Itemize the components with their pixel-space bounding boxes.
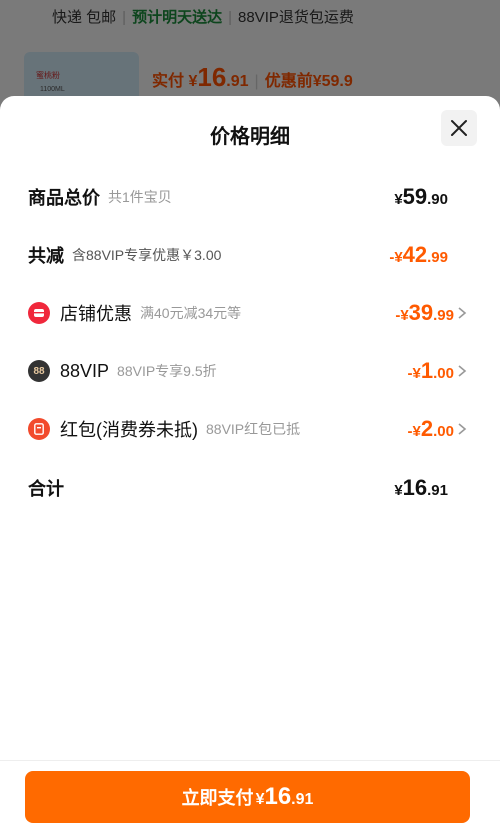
row-label: 商品总价 <box>28 188 100 208</box>
row-amount: - ¥39.99 <box>395 300 454 325</box>
row-amount: ¥16.91 <box>394 475 448 500</box>
red-packet-icon <box>28 418 50 440</box>
pay-now-button[interactable]: 立即支付 ¥16.91 <box>25 771 470 823</box>
row-amount: - ¥2.00 <box>407 416 454 441</box>
row-sub: 88VIP红包已抵 <box>206 421 301 437</box>
row-label: 88VIP <box>60 360 110 381</box>
pay-int: 16 <box>264 783 292 810</box>
row-label: 共减 <box>28 246 64 266</box>
row-sub: 满40元减34元等 <box>140 305 242 321</box>
close-icon <box>451 120 467 136</box>
pay-dec: .91 <box>291 791 314 808</box>
close-button[interactable] <box>441 110 477 146</box>
row-red-packet[interactable]: 红包(消费券未抵) 88VIP红包已抵 - ¥2.00 <box>28 414 468 444</box>
row-amount: ¥59.90 <box>394 184 448 209</box>
store-icon <box>28 302 50 324</box>
chevron-right-icon <box>458 365 467 377</box>
sheet-title: 价格明细 <box>210 126 290 148</box>
row-total: 合计 ¥16.91 <box>28 473 468 503</box>
price-detail-sheet: 价格明细 商品总价 共1件宝贝 ¥59.90 共减 含88VIP专享优惠￥3.0… <box>0 96 500 836</box>
row-label: 店铺优惠 <box>60 304 132 324</box>
row-label: 合计 <box>28 479 64 499</box>
row-amount: - ¥1.00 <box>407 358 454 383</box>
row-amount: - ¥42.99 <box>389 242 448 267</box>
row-total-discount: 共减 含88VIP专享优惠￥3.00 - ¥42.99 <box>28 240 468 270</box>
chevron-right-icon <box>458 423 467 435</box>
pay-currency: ¥ <box>255 791 265 808</box>
row-sub: 含88VIP专享优惠￥3.00 <box>72 247 222 263</box>
88vip-icon: 88 <box>28 360 50 382</box>
row-88vip[interactable]: 88 88VIP 88VIP专享9.5折 - ¥1.00 <box>28 356 468 386</box>
row-store-discount[interactable]: 店铺优惠 满40元减34元等 - ¥39.99 <box>28 298 468 328</box>
chevron-right-icon <box>458 307 467 319</box>
footer-divider <box>0 760 500 761</box>
row-sub: 共1件宝贝 <box>108 189 172 205</box>
row-sub: 88VIP专享9.5折 <box>117 363 217 379</box>
row-label: 红包(消费券未抵) <box>60 420 198 440</box>
pay-label: 立即支付 <box>181 788 254 808</box>
row-goods-total: 商品总价 共1件宝贝 ¥59.90 <box>28 182 468 212</box>
